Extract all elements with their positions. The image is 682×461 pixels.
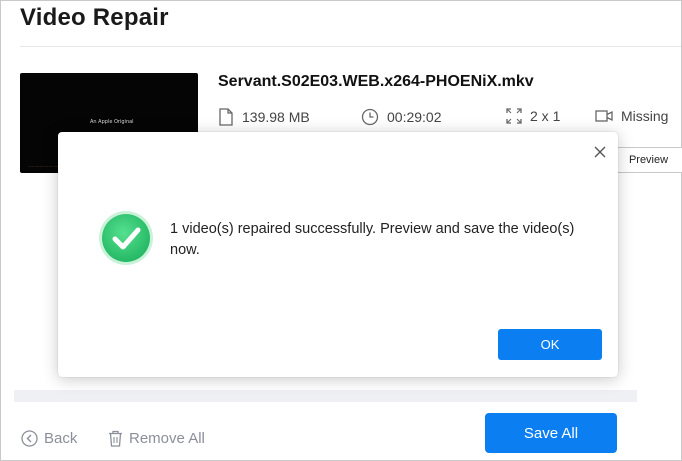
expand-icon [506, 108, 522, 124]
save-all-button[interactable]: Save All [485, 413, 617, 453]
repair-success-dialog: 1 video(s) repaired successfully. Previe… [58, 132, 618, 377]
trash-icon [109, 430, 122, 447]
video-duration: 00:29:02 [361, 108, 442, 126]
clock-icon [361, 108, 379, 126]
video-resolution-value: 2 x 1 [530, 108, 561, 124]
preview-button[interactable]: Preview [613, 147, 682, 173]
video-camera-icon [595, 110, 613, 122]
ok-button[interactable]: OK [498, 329, 602, 360]
page-title: Video Repair [20, 4, 169, 31]
back-button[interactable]: Back [21, 430, 77, 447]
video-audio-value: Missing [621, 108, 669, 124]
video-size: 139.98 MB [218, 108, 310, 126]
video-duration-value: 00:29:02 [387, 109, 442, 125]
close-icon[interactable] [592, 144, 608, 160]
remove-all-button[interactable]: Remove All [108, 430, 205, 447]
check-circle-icon [99, 211, 153, 265]
title-divider [20, 46, 681, 47]
video-resolution: 2 x 1 [506, 108, 560, 124]
remove-all-label: Remove All [129, 430, 205, 447]
video-file-name: Servant.S02E03.WEB.x264-PHOENiX.mkv [218, 73, 534, 90]
thumbnail-caption: An Apple Original [90, 119, 134, 125]
app-window: Video Repair An Apple Original .........… [0, 0, 682, 461]
video-size-value: 139.98 MB [242, 109, 310, 125]
file-icon [219, 108, 233, 126]
back-label: Back [44, 430, 78, 447]
back-circle-icon [21, 430, 38, 447]
video-audio-status: Missing [595, 108, 668, 124]
dialog-message: 1 video(s) repaired successfully. Previe… [170, 221, 575, 258]
list-scroll-track [14, 390, 637, 402]
